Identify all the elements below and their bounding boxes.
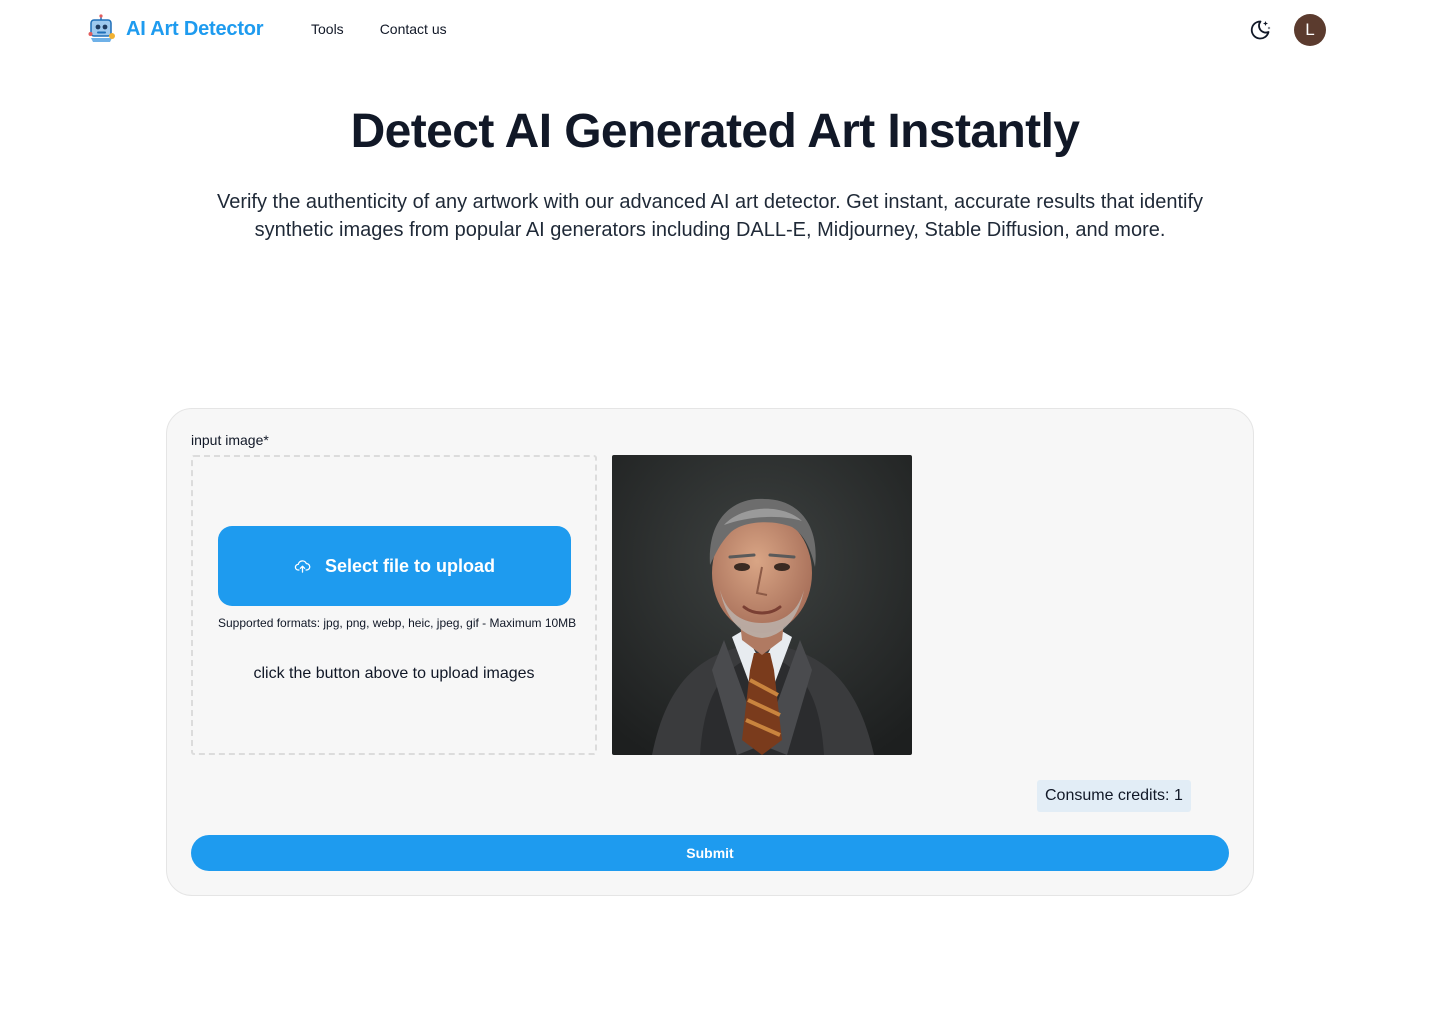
page-subtitle: Verify the authenticity of any artwork w… [216, 191, 1204, 241]
select-file-label: Select file to upload [324, 555, 496, 576]
page-title: Detect AI Generated Art Instantly [350, 105, 1080, 158]
site-header: AI Art Detector Tools Contact us L [0, 0, 1430, 60]
theme-toggle-button[interactable] [1248, 18, 1272, 42]
logo-text: AI Art Detector [126, 17, 264, 40]
consume-credits-badge: Consume credits: 1 [1037, 780, 1191, 812]
main-nav: Tools Contact us [311, 21, 447, 37]
upload-hint-text: click the button above to upload images [253, 665, 535, 682]
uploaded-image-preview [612, 455, 912, 755]
select-file-button[interactable]: Select file to upload [218, 526, 571, 606]
nav-tools[interactable]: Tools [311, 21, 344, 37]
input-image-label: input image* [191, 432, 269, 448]
robot-painting-icon [88, 14, 115, 42]
submit-button[interactable]: Submit [191, 835, 1229, 871]
cloud-upload-icon [294, 559, 311, 573]
supported-formats-text: Supported formats: jpg, png, webp, heic,… [218, 616, 577, 630]
moon-stars-icon [1250, 20, 1271, 40]
logo-link[interactable]: AI Art Detector [88, 14, 264, 44]
detector-form-card: input image* Select file to upload Suppo… [166, 408, 1254, 896]
nav-contact-us[interactable]: Contact us [380, 21, 447, 37]
user-avatar[interactable]: L [1294, 14, 1326, 46]
portrait-photo [612, 455, 912, 755]
upload-dropzone[interactable]: Select file to upload Supported formats:… [191, 455, 597, 755]
